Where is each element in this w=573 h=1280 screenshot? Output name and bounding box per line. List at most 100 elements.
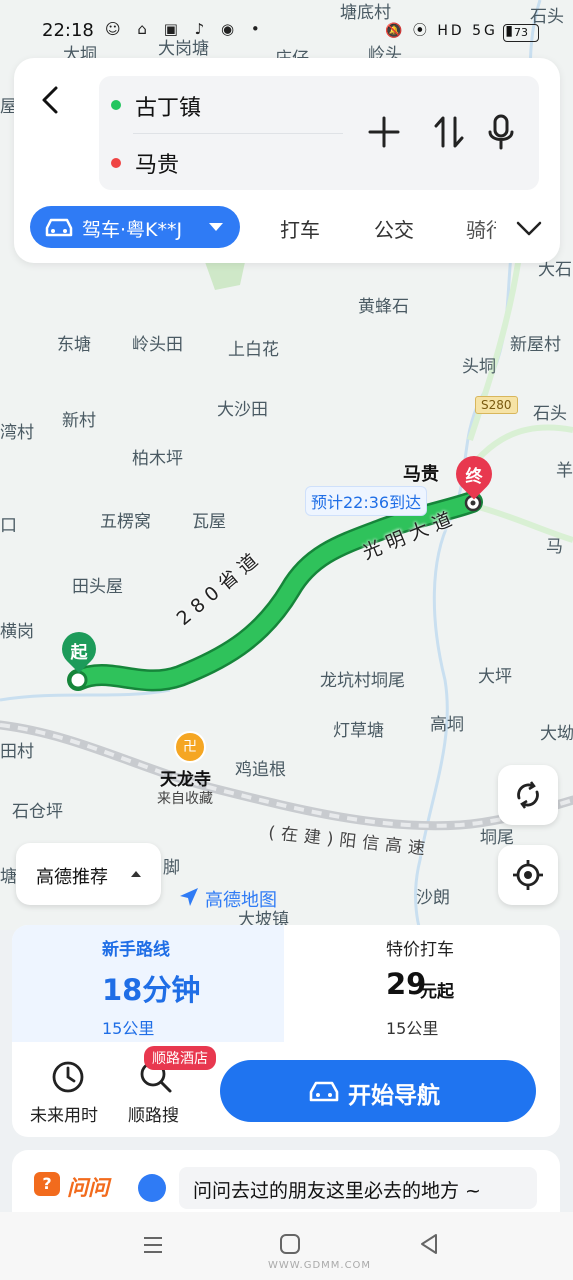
temple-icon[interactable]: 卍 [174,731,206,763]
place-label: 新村 [62,411,96,431]
future-time-button[interactable]: 未来用时 [28,1057,108,1127]
along-search-label: 顺路搜 [128,1106,179,1126]
locate-me-button[interactable] [498,845,558,905]
back-arrow-icon [42,86,58,114]
ask-input-text: 问问去过的朋友这里必去的地方 ~ [193,1180,481,1202]
system-icons: 🔕 ⦿ HD 5G ▮ [385,23,517,39]
place-label: 五楞窝 [100,512,151,532]
caret-up-icon [131,871,141,877]
ask-bar: ? 问问 问问去过的朋友这里必去的地方 ~ [12,1150,560,1212]
route-tag: 新手路线 [102,940,170,960]
tab-drive-label: 驾车·粤K**J [82,219,183,241]
taxi-price-unit: 元起 [420,982,454,1002]
destination-field[interactable]: 马贵 [135,147,179,179]
place-label: 脚 [163,858,180,878]
tab-bike[interactable]: 骑行 [466,214,496,243]
status-time: 22:18 [42,20,94,41]
start-navigation-button[interactable]: 开始导航 [220,1060,536,1122]
battery-icon: 73 [503,24,539,42]
place-label: 湾村 [0,423,34,443]
divider [133,133,343,134]
add-waypoint-button[interactable] [364,112,404,152]
home-button[interactable] [278,1232,302,1256]
place-label: 横岗 [0,622,34,642]
network-type: 5G [472,23,498,39]
along-hotel-badge: 顺路酒店 [144,1046,216,1070]
back-button[interactable] [34,80,68,120]
system-nav-bar: WWW.GDMM.COM [0,1212,573,1280]
route-distance: 15公里 [386,1019,439,1038]
locate-icon [513,860,543,890]
amap-logo-icon [178,886,200,908]
place-label: 石头 [533,404,567,424]
menu-button[interactable] [142,1234,164,1256]
origin-dot-icon [111,100,121,110]
back-nav-button[interactable] [418,1232,440,1256]
chevron-down-icon [516,221,542,236]
amap-watermark: 高德地图 [205,890,277,911]
ask-input[interactable]: 问问去过的朋友这里必去的地方 ~ [179,1167,537,1209]
swap-route-button[interactable] [429,112,469,152]
site-watermark: WWW.GDMM.COM [268,1260,372,1271]
place-label: 高垌 [430,715,464,735]
tab-bus[interactable]: 公交 [374,214,414,243]
home-icon [280,1234,300,1254]
place-label: 黄蜂石 [358,297,409,317]
refresh-route-button[interactable] [498,765,558,825]
notification-icons: ☺ ⌂ ▣ ♪ ◉ • [105,20,266,38]
start-marker-label: 起 [70,643,88,663]
road-badge: S280 [475,396,518,414]
place-label: 田头屋 [72,577,123,597]
place-label: 灯草塘 [333,721,384,741]
route-result-panel: 新手路线 18分钟 15公里 特价打车 29 元起 15公里 未来用时 顺路搜 … [12,925,560,1137]
place-label: 马 [546,537,563,557]
origin-field[interactable]: 古丁镇 [135,90,201,122]
place-label: 东塘 [57,335,91,355]
poi-sub: 来自收藏 [157,791,213,807]
menu-icon [144,1237,162,1253]
clock-icon [52,1061,84,1093]
place-label: 沙朗 [416,888,450,908]
car-icon [309,1081,339,1102]
route-distance: 15公里 [102,1019,155,1038]
assistant-avatar-icon [138,1174,166,1202]
voice-input-button[interactable] [481,112,521,152]
place-label: 上白花 [228,340,279,360]
caret-down-icon [209,223,223,231]
route-input-box: 古丁镇 马贵 [99,76,539,190]
poi-name[interactable]: 天龙寺 [160,765,211,790]
place-label: 头垌 [462,357,496,377]
place-label: 龙坑村垌尾 [320,671,405,691]
eta-label: 预计22:36到达 [305,486,428,516]
back-triangle-icon [421,1234,437,1254]
swap-icon [434,116,464,148]
route-planner-card: 古丁镇 马贵 驾车·粤K**J 打车 公交 骑行 [14,58,560,263]
route-option-novice[interactable]: 新手路线 18分钟 15公里 [12,925,284,1042]
place-label: 大坪 [478,667,512,687]
place-label: 塘 [0,867,17,887]
place-label: 羊 [556,461,573,481]
route-preference-dropdown[interactable]: 高德推荐 [16,843,161,905]
place-label: 口 [0,516,17,536]
destination-name: 马贵 [403,464,439,485]
place-label: 石仓坪 [12,802,63,822]
place-label: 柏木坪 [132,449,183,469]
place-label: 鸡追根 [235,760,286,780]
expand-modes-button[interactable] [512,211,546,245]
route-option-taxi[interactable]: 特价打车 29 元起 15公里 [284,925,560,1042]
ask-label: 问问 [67,1176,109,1200]
plus-icon [368,116,400,148]
tab-taxi[interactable]: 打车 [280,214,320,243]
refresh-icon [517,781,539,809]
place-label: 大坳 [540,724,573,744]
place-label: 瓦屋 [192,512,226,532]
place-label: 新屋村 [510,335,561,355]
end-marker-label: 终 [465,467,483,487]
place-label: 田村 [0,742,34,762]
recommend-label: 高德推荐 [36,867,108,888]
car-icon [45,218,73,237]
status-bar: 22:18 ☺ ⌂ ▣ ♪ ◉ • 🔕 ⦿ HD 5G ▮ 73 [0,0,573,62]
tab-drive[interactable]: 驾车·粤K**J [30,206,240,248]
future-time-label: 未来用时 [30,1106,98,1126]
route-duration: 18分钟 [102,973,201,1007]
